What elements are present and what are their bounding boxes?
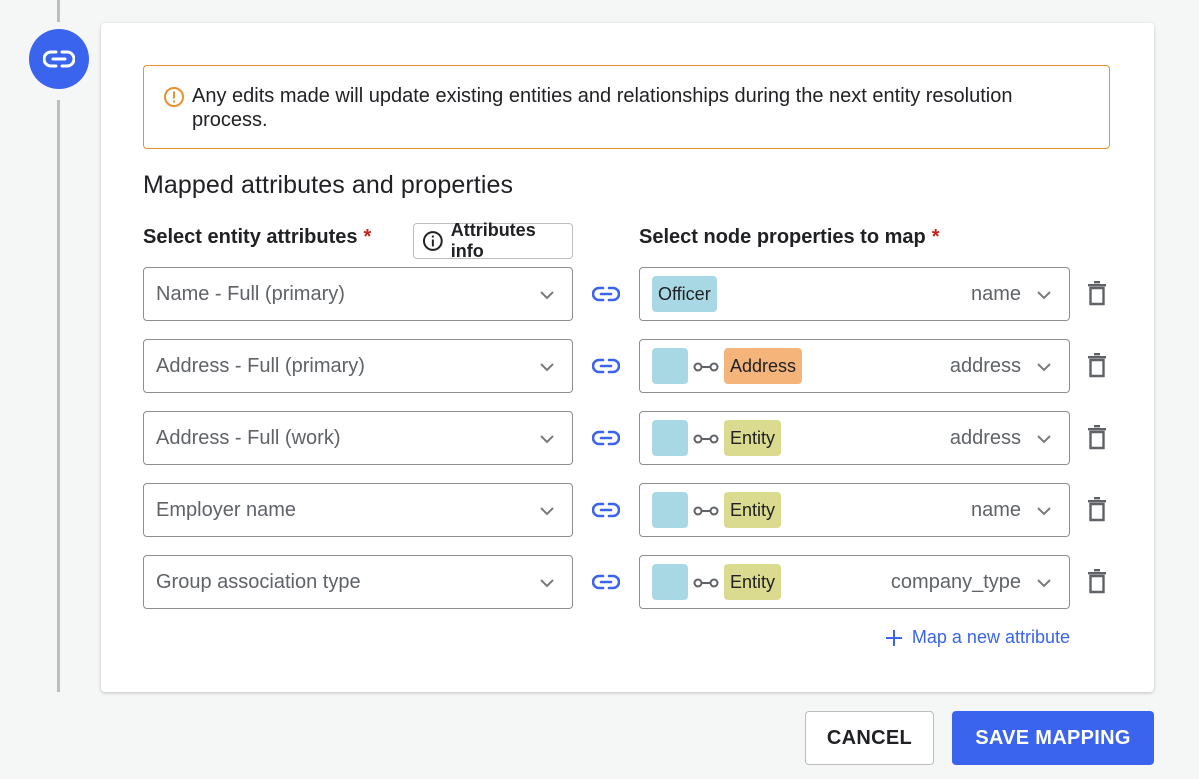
node-properties-label-text: Select node properties to map <box>639 226 926 248</box>
node-properties-label: Select node properties to map * <box>639 226 940 249</box>
chevron-down-icon <box>1037 363 1051 372</box>
link-icon <box>592 502 620 518</box>
source-node-chip <box>652 420 688 456</box>
entity-attribute-value: Employer name <box>156 499 297 521</box>
entity-attribute-value: Group association type <box>156 571 361 593</box>
relationship-icon <box>693 506 719 516</box>
entity-attribute-select[interactable]: Group association type <box>143 555 573 609</box>
timeline-line-top <box>57 0 60 22</box>
alert-text: Any edits made will update existing enti… <box>192 85 1013 131</box>
entity-attributes-label-text: Select entity attributes <box>143 226 358 248</box>
attributes-info-button[interactable]: Attributes info <box>413 220 573 261</box>
step-indicator <box>29 29 89 89</box>
source-node-chip <box>652 564 688 600</box>
required-mark: * <box>931 226 940 248</box>
save-mapping-button[interactable]: SAVE MAPPING <box>952 711 1154 765</box>
node-chip-entity: Entity <box>724 564 782 600</box>
required-mark: * <box>363 226 372 248</box>
section-title: Mapped attributes and properties <box>143 171 514 199</box>
node-property-value: name <box>970 283 1021 305</box>
relationship-icon <box>693 578 719 588</box>
chevron-down-icon <box>1037 291 1051 300</box>
link-icon <box>592 286 620 302</box>
entity-attribute-select[interactable]: Employer name <box>143 483 573 537</box>
link-icon <box>592 430 620 446</box>
warning-icon <box>164 87 184 107</box>
node-chip-entity: Entity <box>724 420 782 456</box>
delete-icon[interactable] <box>1086 496 1108 522</box>
node-property-select[interactable]: Entity name <box>639 483 1070 537</box>
node-chip-entity: Entity <box>724 492 782 528</box>
source-node-chip <box>652 492 688 528</box>
node-property-select[interactable]: Entity address <box>639 411 1070 465</box>
chevron-down-icon <box>540 291 554 300</box>
node-property-value: address <box>949 355 1021 377</box>
chevron-down-icon <box>1037 579 1051 588</box>
chevron-down-icon <box>540 435 554 444</box>
delete-icon[interactable] <box>1086 352 1108 378</box>
delete-icon[interactable] <box>1086 424 1108 450</box>
timeline-line-bottom <box>57 100 60 692</box>
mapping-card: Any edits made will update existing enti… <box>101 23 1154 692</box>
mapping-row: Address - Full (primary) Address address <box>101 339 1154 393</box>
node-chip-address: Address <box>724 348 803 384</box>
node-property-value: address <box>949 427 1021 449</box>
map-new-attribute-label: Map a new attribute <box>911 627 1070 647</box>
node-property-value: company_type <box>890 571 1021 593</box>
chevron-down-icon <box>540 579 554 588</box>
mapping-row: Name - Full (primary) Officer name <box>101 267 1154 321</box>
info-icon <box>422 231 443 251</box>
link-icon <box>592 574 620 590</box>
entity-attribute-value: Address - Full (work) <box>156 427 341 449</box>
chevron-down-icon <box>540 507 554 516</box>
relationship-icon <box>693 362 719 372</box>
node-property-value: name <box>970 499 1021 521</box>
link-icon <box>592 358 620 374</box>
relationship-icon <box>693 434 719 444</box>
mapping-row: Employer name Entity name <box>101 483 1154 537</box>
entity-attributes-label: Select entity attributes * <box>143 226 371 249</box>
info-alert: Any edits made will update existing enti… <box>143 65 1110 149</box>
entity-attribute-select[interactable]: Name - Full (primary) <box>143 267 573 321</box>
chevron-down-icon <box>540 363 554 372</box>
plus-icon <box>885 629 902 646</box>
link-icon <box>43 50 75 68</box>
entity-attribute-value: Address - Full (primary) <box>156 355 365 377</box>
node-property-select[interactable]: Entity company_type <box>639 555 1070 609</box>
node-property-select[interactable]: Address address <box>639 339 1070 393</box>
cancel-button[interactable]: CANCEL <box>805 711 934 765</box>
attributes-info-label: Attributes info <box>450 220 536 261</box>
chevron-down-icon <box>1037 435 1051 444</box>
mapping-row: Group association type Entity company_ty… <box>101 555 1154 609</box>
entity-attribute-select[interactable]: Address - Full (work) <box>143 411 573 465</box>
delete-icon[interactable] <box>1086 568 1108 594</box>
node-property-select[interactable]: Officer name <box>639 267 1070 321</box>
entity-attribute-value: Name - Full (primary) <box>156 283 345 305</box>
source-node-chip <box>652 348 688 384</box>
delete-icon[interactable] <box>1086 280 1108 306</box>
map-new-attribute-button[interactable]: Map a new attribute <box>885 627 1070 648</box>
chevron-down-icon <box>1037 507 1051 516</box>
entity-attribute-select[interactable]: Address - Full (primary) <box>143 339 573 393</box>
node-chip-officer: Officer <box>652 276 717 312</box>
mapping-row: Address - Full (work) Entity address <box>101 411 1154 465</box>
